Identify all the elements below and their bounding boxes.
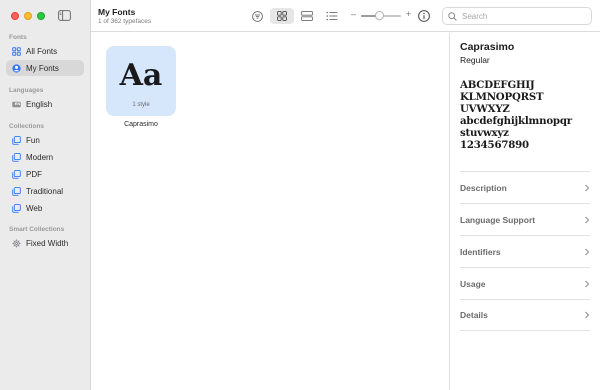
- language-badge-text: EN: [14, 101, 21, 106]
- sidebar-item-label: PDF: [26, 169, 42, 179]
- list-view-button[interactable]: [323, 8, 341, 24]
- section-label: Language Support: [460, 214, 536, 225]
- section-identifiers[interactable]: Identifiers: [460, 235, 590, 267]
- chevron-right-icon: [585, 248, 590, 255]
- sidebar-item-label: Web: [26, 203, 43, 213]
- section-heading-fonts: Fonts: [9, 34, 27, 41]
- sidebar-item-label: Fun: [26, 135, 40, 145]
- font-preview-text: ABCDEFGHIJ KLMNOPQRST UVWXYZ abcdefghijk…: [460, 79, 572, 151]
- decrease-size-icon[interactable]: –: [351, 9, 356, 19]
- typeface-count: 1 of 362 typefaces: [98, 18, 152, 25]
- sidebar-item-label: English: [26, 99, 53, 109]
- sidebar-item-label: All Fonts: [26, 46, 58, 56]
- preview-size-slider[interactable]: – +: [351, 9, 411, 23]
- section-label: Details: [460, 310, 488, 320]
- sidebar-item-modern[interactable]: Modern: [6, 149, 84, 165]
- chevron-right-icon: [585, 184, 590, 191]
- section-label: Identifiers: [460, 246, 501, 257]
- grid-icon: [12, 46, 21, 56]
- section-details[interactable]: Details: [460, 299, 590, 331]
- sidebar: Fonts All Fonts My Fonts Languages Engli…: [0, 0, 91, 390]
- collection-icon: [12, 169, 21, 179]
- font-style-name: Regular: [460, 55, 490, 65]
- sidebar-toggle-icon[interactable]: [58, 10, 71, 21]
- search-field[interactable]: [442, 7, 592, 25]
- minimize-button[interactable]: [24, 12, 32, 20]
- sidebar-item-label: My Fonts: [26, 63, 59, 73]
- slider-thumb[interactable]: [374, 11, 384, 20]
- font-tile[interactable]: Aa 1 style: [106, 46, 176, 116]
- gear-icon: [12, 239, 21, 248]
- collection-icon: [12, 135, 21, 145]
- section-language-support[interactable]: Language Support: [460, 203, 590, 235]
- increase-size-icon[interactable]: +: [406, 9, 411, 19]
- sidebar-item-fixed-width[interactable]: Fixed Width: [6, 235, 84, 251]
- info-button[interactable]: [416, 8, 432, 24]
- sidebar-item-fun[interactable]: Fun: [6, 132, 84, 148]
- font-sample: Aa: [119, 58, 163, 93]
- section-heading-smart-collections: Smart Collections: [9, 226, 65, 233]
- font-grid: Aa 1 style Caprasimo: [91, 33, 449, 390]
- font-family-name: Caprasimo: [460, 41, 515, 53]
- toolbar: My Fonts 1 of 362 typefaces – +: [91, 0, 600, 32]
- search-icon: [448, 11, 457, 21]
- section-heading-collections: Collections: [9, 123, 45, 130]
- chevron-right-icon: [585, 311, 590, 319]
- sidebar-item-pdf[interactable]: PDF: [6, 166, 84, 182]
- section-heading-languages: Languages: [9, 87, 44, 94]
- grid-view-icon: [277, 11, 287, 21]
- sidebar-item-label: Modern: [26, 152, 54, 162]
- sidebar-item-all-fonts[interactable]: All Fonts: [6, 43, 84, 59]
- sidebar-item-my-fonts[interactable]: My Fonts: [6, 60, 84, 76]
- strip-view-button[interactable]: [298, 8, 316, 24]
- info-icon: [418, 10, 430, 22]
- collection-icon: [12, 203, 21, 213]
- sidebar-item-traditional[interactable]: Traditional: [6, 183, 84, 199]
- chevron-right-icon: [585, 216, 590, 223]
- zoom-button[interactable]: [37, 12, 45, 20]
- grid-view-button[interactable]: [270, 8, 294, 24]
- section-label: Usage: [460, 278, 486, 289]
- slider-track[interactable]: [361, 11, 401, 20]
- font-book-window: Fonts All Fonts My Fonts Languages Engli…: [0, 0, 600, 390]
- collection-icon: [12, 186, 21, 196]
- person-icon: [12, 63, 21, 73]
- font-info-panel: Caprasimo Regular ABCDEFGHIJ KLMNOPQRST …: [449, 33, 600, 390]
- close-button[interactable]: [11, 12, 19, 20]
- font-tile-name[interactable]: Caprasimo: [106, 121, 176, 128]
- collection-icon: [12, 152, 21, 162]
- section-usage[interactable]: Usage: [460, 267, 590, 299]
- chevron-right-icon: [585, 280, 590, 287]
- page-title: My Fonts: [98, 7, 136, 17]
- search-input[interactable]: [462, 11, 582, 21]
- list-view-icon: [326, 11, 338, 21]
- sidebar-item-label: Fixed Width: [26, 238, 69, 248]
- strip-view-icon: [301, 11, 313, 21]
- filter-icon: [251, 10, 263, 22]
- sidebar-item-label: Traditional: [26, 186, 64, 196]
- style-count: 1 style: [132, 102, 150, 108]
- section-description[interactable]: Description: [460, 171, 590, 203]
- window-controls: [11, 12, 45, 20]
- filter-button[interactable]: [248, 8, 266, 24]
- sidebar-item-web[interactable]: Web: [6, 200, 84, 216]
- section-label: Description: [460, 182, 507, 193]
